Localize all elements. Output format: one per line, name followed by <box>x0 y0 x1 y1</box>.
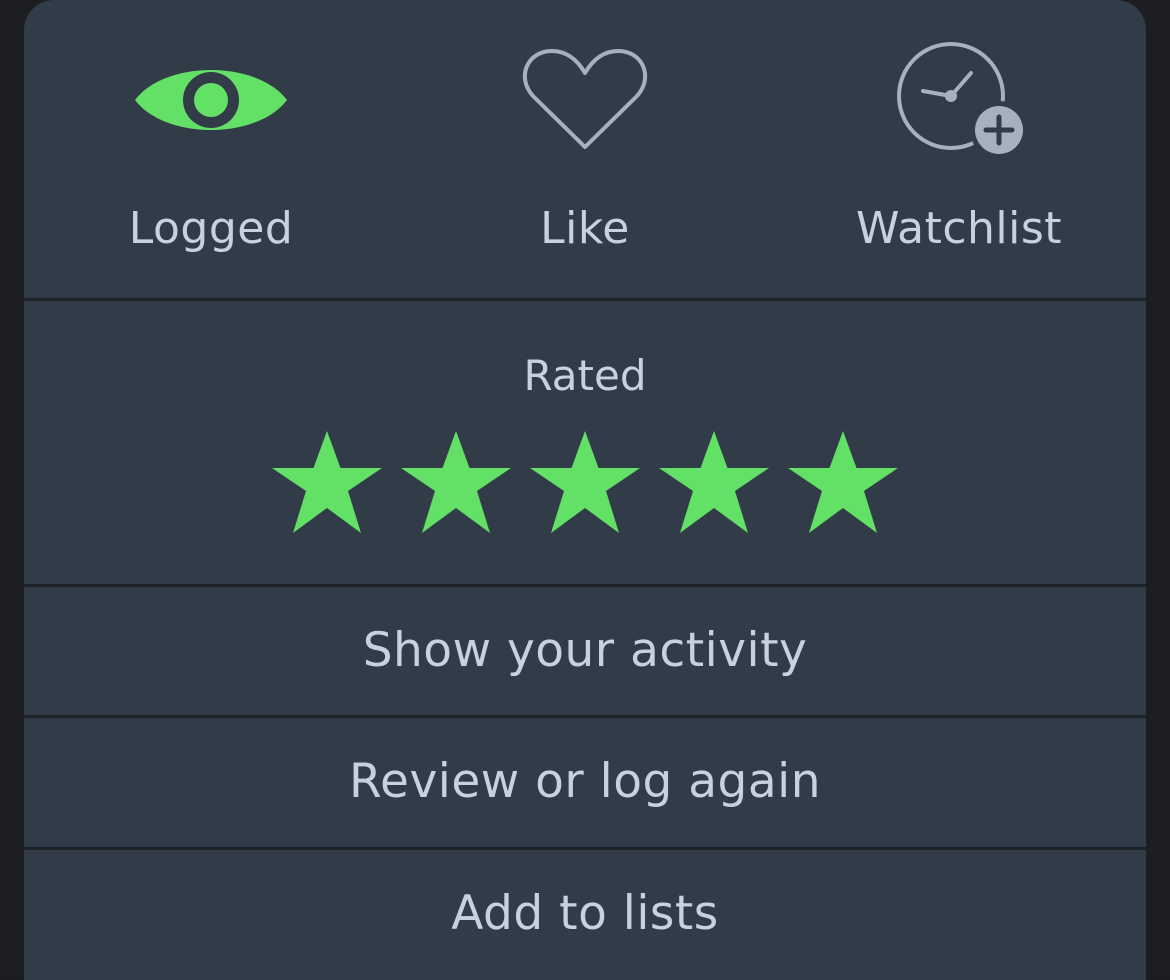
star-5-icon[interactable] <box>786 429 900 537</box>
rating-section: Rated <box>24 301 1146 584</box>
film-actions-sheet: Logged Like Watchlist Rated Show your ac… <box>24 0 1146 980</box>
like-button[interactable]: Like <box>398 0 772 298</box>
logged-label: Logged <box>128 203 294 254</box>
action-bar: Logged Like Watchlist <box>24 0 1146 298</box>
watchlist-label: Watchlist <box>855 203 1063 254</box>
star-4-icon[interactable] <box>657 429 771 537</box>
star-rating[interactable] <box>24 429 1146 541</box>
star-3-icon[interactable] <box>528 429 642 537</box>
clock-plus-icon <box>772 40 1146 160</box>
star-1-icon[interactable] <box>270 429 384 537</box>
review-or-log-button[interactable]: Review or log again <box>24 718 1146 846</box>
like-label: Like <box>540 203 630 254</box>
show-activity-button[interactable]: Show your activity <box>24 587 1146 715</box>
eye-icon <box>24 40 398 160</box>
heart-outline-icon <box>398 40 772 160</box>
add-to-lists-button[interactable]: Add to lists <box>24 850 1146 978</box>
logged-button[interactable]: Logged <box>24 0 398 298</box>
watchlist-button[interactable]: Watchlist <box>772 0 1146 298</box>
star-2-icon[interactable] <box>399 429 513 537</box>
rated-label: Rated <box>523 351 647 400</box>
